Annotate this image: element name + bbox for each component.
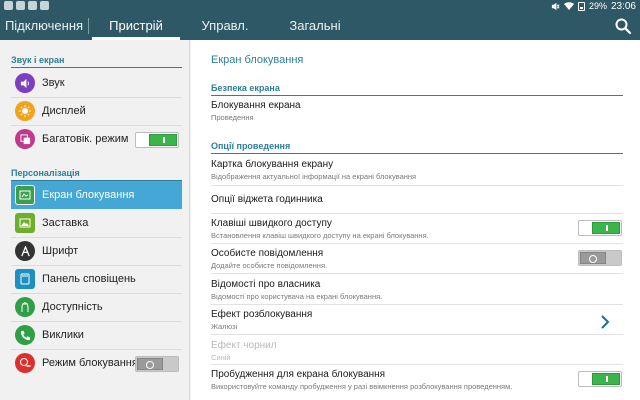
section-divider [211, 95, 623, 96]
search-icon[interactable] [614, 17, 632, 35]
row-title: Ефект розблокування [211, 309, 313, 320]
divider [211, 304, 623, 305]
sidebar-item-font[interactable]: Шрифт [11, 237, 182, 265]
sidebar-item-calls[interactable]: Виклики [11, 321, 182, 349]
divider [211, 334, 623, 335]
sidebar-item-sound[interactable]: Звук [11, 69, 182, 97]
clock-widget-options-row[interactable]: Опції віджета годинника [211, 194, 623, 205]
status-right: 29% 23:06 [551, 0, 636, 12]
notification-icon [16, 1, 25, 10]
divider [211, 213, 623, 214]
wallpaper-icon [15, 213, 35, 233]
sidebar-item-label: Панель сповіщень [42, 273, 136, 285]
section-divider [11, 67, 182, 68]
wake-up-toggle[interactable] [578, 371, 622, 387]
lockscreen-icon [15, 185, 35, 205]
tab-general[interactable]: Загальні [270, 12, 360, 40]
ink-effect-row: Ефект чорнил Синій [211, 340, 623, 362]
row-title: Пробудження для екрана блокування [211, 369, 386, 380]
sidebar-item-display[interactable]: Дисплей [11, 97, 182, 125]
mute-icon [551, 2, 560, 10]
sun-icon [15, 101, 35, 121]
battery-icon [577, 1, 585, 11]
divider [211, 185, 623, 186]
tab-separator [88, 18, 89, 34]
row-subtitle: Жалюзі [211, 322, 238, 331]
multiwindow-icon [15, 129, 35, 149]
row-title: Особисте повідомлення [211, 248, 324, 259]
blocking-mode-toggle[interactable] [135, 356, 179, 372]
clock: 23:06 [610, 0, 636, 12]
row-title: Ефект чорнил [211, 340, 277, 351]
row-title: Блокування екрана [211, 100, 301, 111]
sidebar-section-personalization: Персоналізація [11, 168, 80, 178]
notification-panel-icon [15, 269, 35, 289]
sidebar-item-label: Виклики [42, 329, 84, 341]
divider [211, 364, 623, 365]
personal-message-toggle[interactable] [578, 250, 622, 266]
row-subtitle: Додайте особисте повідомлення. [211, 261, 328, 270]
page-title: Екран блокування [211, 54, 304, 66]
wake-up-lock-screen-row[interactable]: Пробудження для екрана блокування Викори… [211, 369, 623, 391]
sidebar-item-label: Дисплей [42, 105, 86, 117]
notification-icon [40, 1, 49, 10]
chevron-right-icon [601, 315, 610, 329]
sidebar-item-label: Шрифт [42, 245, 79, 257]
tab-controls[interactable]: Управл. [180, 12, 270, 40]
status-bar: 29% 23:06 [0, 0, 640, 12]
speaker-icon [15, 73, 35, 93]
sidebar-item-label: Режим блокування [42, 357, 138, 369]
section-divider [211, 153, 623, 154]
font-icon [15, 241, 35, 261]
tab-device[interactable]: Пристрій [92, 12, 180, 40]
row-title: Картка блокування екрану [211, 159, 334, 170]
shortcut-keys-row[interactable]: Клавіші швидкого доступу Встановлення кл… [211, 218, 623, 240]
unlock-effect-row[interactable]: Ефект розблокування Жалюзі [211, 309, 623, 331]
sidebar-item-label: Заставка [42, 217, 89, 229]
settings-sidebar: Звук і екран Звук Дисплей Багатовік. реж… [0, 40, 190, 400]
multiwindow-toggle[interactable] [135, 132, 179, 148]
shortcut-keys-toggle[interactable] [578, 220, 622, 236]
row-subtitle: Встановлення клавіш швидкого доступу на … [211, 231, 429, 240]
sidebar-item-wallpaper[interactable]: Заставка [11, 209, 182, 237]
notification-icon [28, 1, 37, 10]
sidebar-section-sound-display: Звук і екран [11, 55, 65, 65]
row-subtitle: Відображення актуальної інформації на ек… [211, 172, 417, 181]
row-subtitle: Синій [211, 353, 231, 362]
sidebar-item-label: Екран блокування [42, 189, 135, 201]
notification-icon [4, 1, 13, 10]
accessibility-icon [15, 297, 35, 317]
sidebar-item-notification-panel[interactable]: Панель сповіщень [11, 265, 182, 293]
sidebar-item-accessibility[interactable]: Доступність [11, 293, 182, 321]
divider [211, 243, 623, 244]
tab-connections[interactable]: Підключення [0, 12, 88, 40]
divider [211, 273, 623, 274]
notification-icons [4, 1, 49, 10]
tab-bar: Підключення Пристрій Управл. Загальні [0, 12, 640, 40]
sidebar-item-label: Звук [42, 77, 65, 89]
block-mode-icon [15, 353, 35, 373]
row-title: Клавіші швидкого доступу [211, 218, 332, 229]
personal-message-row[interactable]: Особисте повідомлення Додайте особисте п… [211, 248, 623, 270]
row-title: Опції віджета годинника [211, 194, 323, 205]
lock-screen-settings: Екран блокування Безпека екрана Блокуван… [191, 40, 640, 400]
lock-screen-card-row[interactable]: Картка блокування екрану Відображення ак… [211, 159, 623, 181]
owner-info-row[interactable]: Відомості про власника Відомості про кор… [211, 279, 623, 301]
battery-level: 29% [588, 1, 607, 11]
wifi-icon [563, 1, 574, 10]
section-screen-security: Безпека екрана [211, 83, 280, 93]
row-subtitle: Відомості про користувача на екрані блок… [211, 292, 383, 301]
row-subtitle: Проведення [211, 113, 254, 122]
phone-icon [15, 325, 35, 345]
screen-lock-row[interactable]: Блокування екрана Проведення [211, 100, 623, 122]
sidebar-item-label: Доступність [42, 301, 103, 313]
sidebar-item-lock-screen[interactable]: Екран блокування [11, 181, 182, 209]
section-swipe-options: Опції проведення [211, 141, 291, 151]
row-title: Відомості про власника [211, 279, 321, 290]
sidebar-item-label: Багатовік. режим [42, 133, 129, 145]
row-subtitle: Використовуйте команду пробудження у раз… [211, 382, 513, 391]
